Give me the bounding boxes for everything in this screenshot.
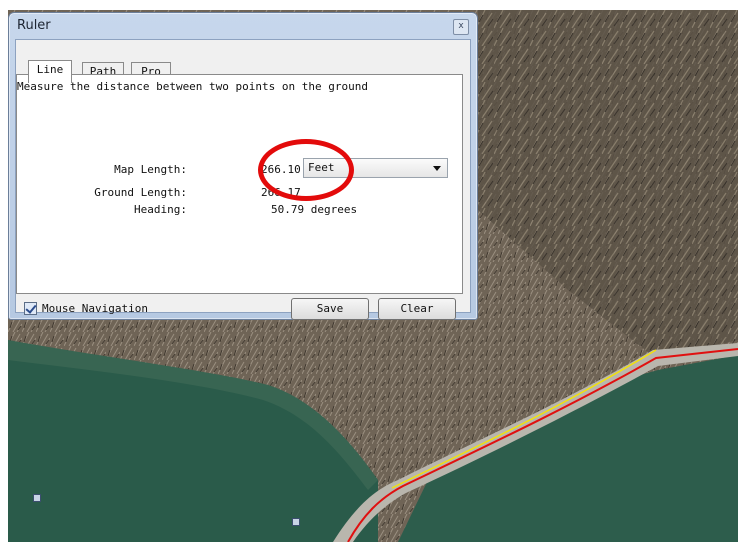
map-length-label: Map Length: [114,163,187,176]
ground-length-label: Ground Length: [94,186,187,199]
heading-value: 50.79 degrees [271,203,358,216]
placemark-icon[interactable] [292,518,300,526]
checkbox-checked-icon [25,302,37,314]
ruler-window: Ruler x Line Path Pro Measure the distan… [8,12,478,320]
close-icon[interactable]: x [453,19,469,35]
mouse-navigation-checkbox[interactable] [24,302,37,315]
clear-button[interactable]: Clear [378,298,456,320]
window-title: Ruler [17,18,51,33]
tab-panel-line: Measure the distance between two points … [16,74,463,294]
tab-line[interactable]: Line [28,60,72,83]
dropdown-arrow-icon [433,166,441,171]
placemark-icon[interactable] [33,494,41,502]
window-client-area: Line Path Pro Measure the distance betwe… [15,39,471,320]
save-button[interactable]: Save [291,298,369,320]
highlight-circle-annotation [258,139,354,201]
mouse-navigation-label[interactable]: Mouse Navigation [42,302,148,315]
heading-label: Heading: [134,203,187,216]
